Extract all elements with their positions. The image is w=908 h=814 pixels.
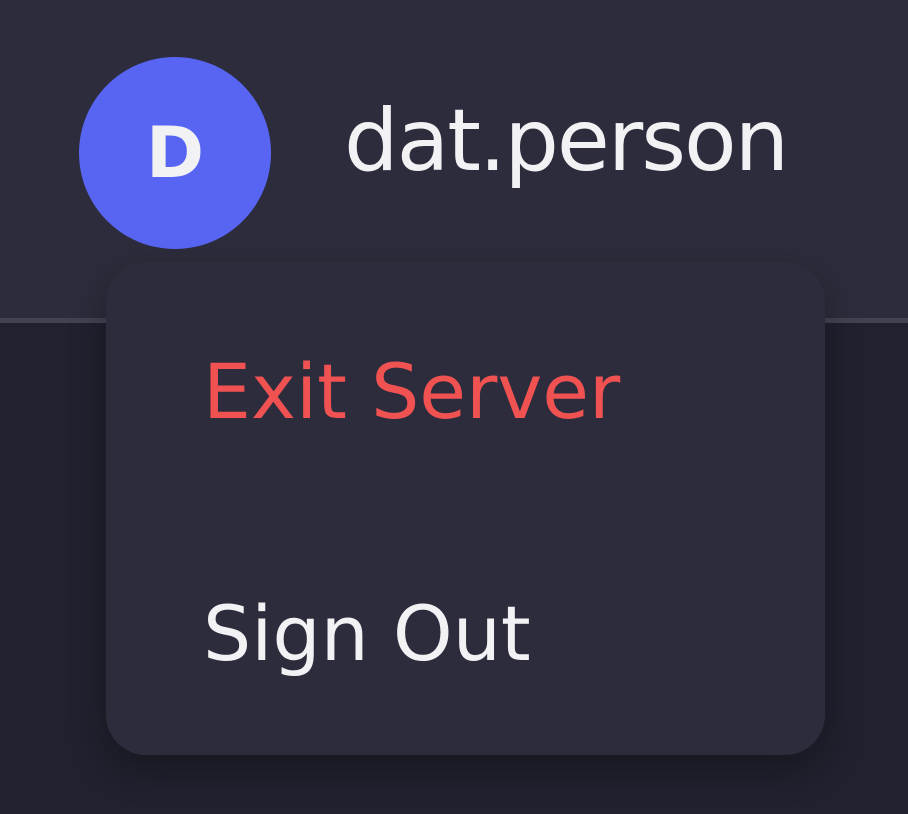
username-label: dat.person bbox=[344, 91, 789, 191]
avatar[interactable]: D bbox=[79, 57, 271, 249]
sign-out-menu-item[interactable]: Sign Out bbox=[203, 579, 531, 689]
app-root: D dat.person Exit Server Sign Out bbox=[0, 0, 908, 814]
exit-server-menu-item[interactable]: Exit Server bbox=[203, 337, 620, 447]
user-dropdown-menu: Exit Server Sign Out bbox=[106, 262, 825, 755]
user-profile[interactable]: D dat.person bbox=[0, 0, 908, 300]
